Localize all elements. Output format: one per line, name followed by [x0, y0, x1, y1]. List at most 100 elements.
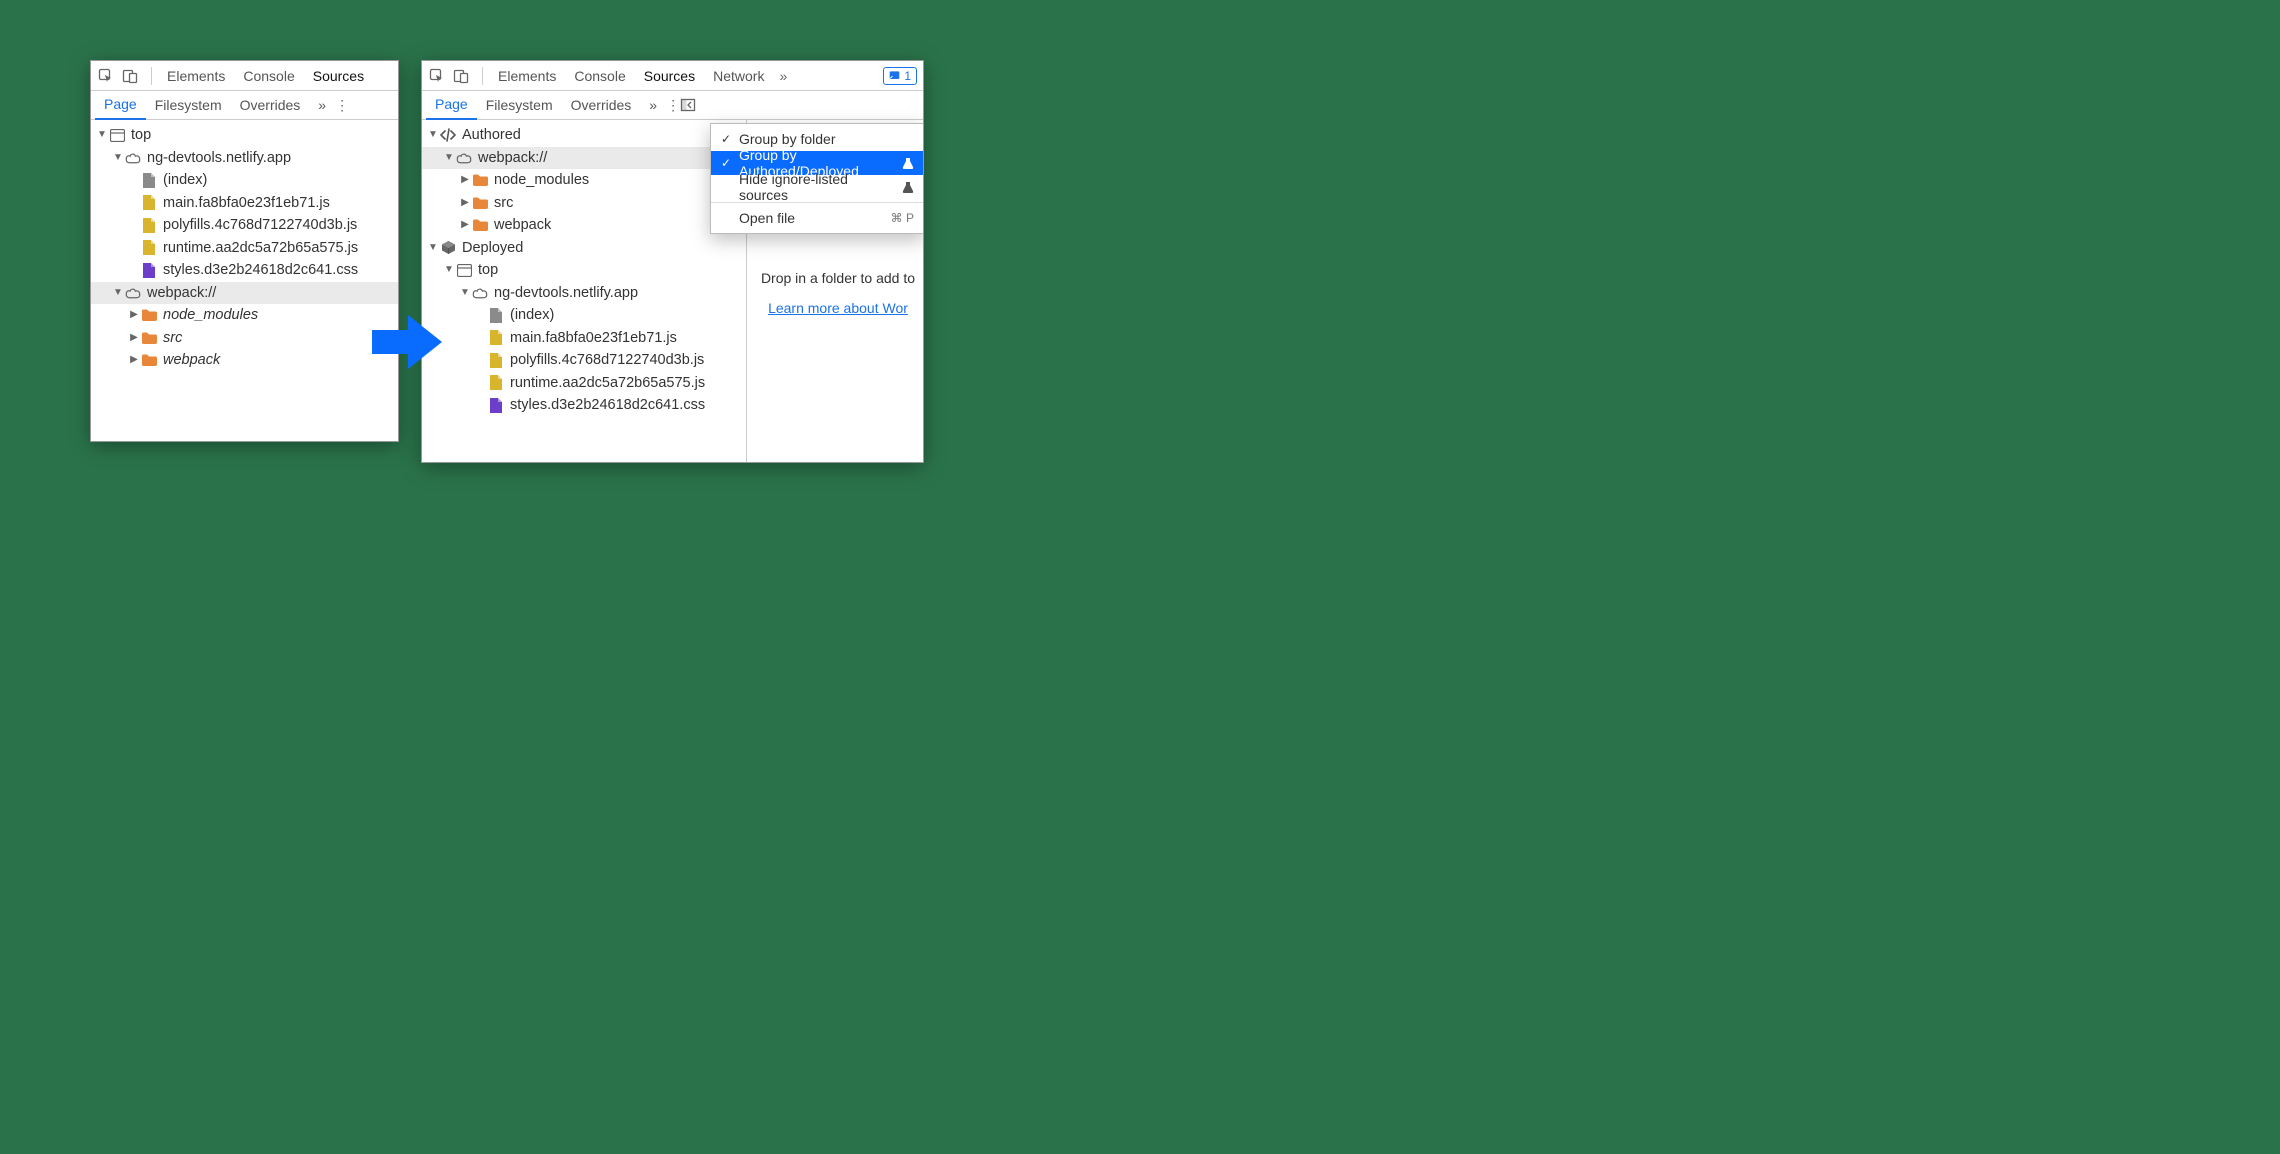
tree-item-label: polyfills.4c768d7122740d3b.js	[510, 349, 704, 372]
subtab-overrides[interactable]: Overrides	[562, 91, 641, 120]
tree-folder-row[interactable]: ▶node_modules	[91, 304, 398, 327]
main-toolbar: Elements Console Sources Network » 1	[422, 61, 923, 91]
learn-more-link[interactable]: Learn more about Wor	[768, 300, 908, 316]
menu-item[interactable]: Open file⌘ P	[711, 206, 924, 230]
inspect-icon[interactable]	[428, 67, 446, 85]
check-icon: ✓	[719, 156, 733, 170]
sources-subbar: Page Filesystem Overrides » ⋮	[422, 91, 923, 120]
tree-item-label: Authored	[462, 124, 521, 147]
doc-js-icon	[141, 217, 157, 233]
toggle-navigator-icon[interactable]	[680, 97, 696, 113]
tree-file-row[interactable]: ▼styles.d3e2b24618d2c641.css	[422, 394, 746, 417]
kebab-menu-icon[interactable]: ⋮	[335, 97, 349, 114]
tab-console[interactable]: Console	[565, 61, 634, 91]
more-tabs-icon[interactable]: »	[773, 68, 793, 84]
tree-folder-row[interactable]: ▼top	[422, 259, 746, 282]
chevron-down-icon[interactable]: ▼	[444, 259, 454, 282]
tree-folder-row[interactable]: ▼ top	[91, 124, 398, 147]
device-toggle-icon[interactable]	[452, 67, 470, 85]
tree-item-label: styles.d3e2b24618d2c641.css	[163, 259, 358, 282]
file-tree: ▼top▼ng-devtools.netlify.app▼(index)▼mai…	[91, 120, 398, 376]
tree-folder-row[interactable]: ▼ webpack://	[91, 282, 398, 305]
check-icon: ✓	[719, 132, 733, 146]
tree-item-label: (index)	[163, 169, 207, 192]
menu-item[interactable]: Hide ignore-listed sources	[711, 175, 924, 199]
tree-file-row[interactable]: ▼styles.d3e2b24618d2c641.css	[91, 259, 398, 282]
chevron-right-icon[interactable]: ▶	[129, 304, 139, 327]
tree-file-row[interactable]: ▼(index)	[91, 169, 398, 192]
chevron-down-icon[interactable]: ▼	[113, 147, 123, 170]
tree-file-row[interactable]: ▼(index)	[422, 304, 746, 327]
folder-icon	[141, 352, 157, 368]
chevron-right-icon[interactable]: ▶	[460, 169, 470, 192]
tree-folder-row[interactable]: ▶webpack	[91, 349, 398, 372]
tree-file-row[interactable]: ▼polyfills.4c768d7122740d3b.js	[91, 214, 398, 237]
sources-subbar: Page Filesystem Overrides » ⋮	[91, 91, 398, 120]
tree-item-label: ng-devtools.netlify.app	[494, 282, 638, 305]
tab-elements[interactable]: Elements	[158, 61, 234, 91]
cloud-icon	[456, 150, 472, 166]
tree-folder-row[interactable]: ▼ Deployed	[422, 237, 746, 260]
tree-file-row[interactable]: ▼main.fa8bfa0e23f1eb71.js	[91, 192, 398, 215]
doc-css-icon	[141, 262, 157, 278]
chevron-down-icon[interactable]: ▼	[97, 124, 107, 147]
tab-console[interactable]: Console	[234, 61, 303, 91]
chevron-right-icon[interactable]: ▶	[129, 349, 139, 372]
experiment-flask-icon	[902, 157, 914, 169]
drop-hint: Drop in a folder to add to	[757, 270, 919, 286]
tab-sources[interactable]: Sources	[304, 61, 373, 91]
inspect-icon[interactable]	[97, 67, 115, 85]
device-toggle-icon[interactable]	[121, 67, 139, 85]
chevron-down-icon[interactable]: ▼	[113, 282, 123, 305]
tab-sources[interactable]: Sources	[635, 61, 704, 91]
issues-count: 1	[904, 69, 911, 83]
issues-badge[interactable]: 1	[883, 67, 917, 85]
tree-item-label: (index)	[510, 304, 554, 327]
more-tabs-icon[interactable]: »	[309, 91, 335, 120]
subtab-page[interactable]: Page	[426, 91, 477, 120]
tree-folder-row[interactable]: ▶node_modules	[422, 169, 746, 192]
tree-folder-row[interactable]: ▼ng-devtools.netlify.app	[91, 147, 398, 170]
chevron-right-icon[interactable]: ▶	[460, 192, 470, 215]
subtab-overrides[interactable]: Overrides	[231, 91, 310, 120]
tab-elements[interactable]: Elements	[489, 61, 565, 91]
folder-icon	[472, 195, 488, 211]
tree-item-label: runtime.aa2dc5a72b65a575.js	[510, 372, 705, 395]
cloud-icon	[125, 285, 141, 301]
menu-item-label: Hide ignore-listed sources	[739, 171, 896, 203]
chevron-down-icon[interactable]: ▼	[428, 237, 438, 260]
more-tabs-icon[interactable]: »	[640, 91, 666, 120]
tree-folder-row[interactable]: ▼ Authored	[422, 124, 746, 147]
doc-js-icon	[141, 195, 157, 211]
window-icon	[456, 262, 472, 278]
tree-folder-row[interactable]: ▶ src	[91, 327, 398, 350]
tree-item-label: top	[131, 124, 151, 147]
subtab-filesystem[interactable]: Filesystem	[477, 91, 562, 120]
subtab-page[interactable]: Page	[95, 91, 146, 120]
tree-item-label: webpack://	[478, 147, 547, 170]
cloud-icon	[125, 150, 141, 166]
tree-item-label: webpack://	[147, 282, 216, 305]
doc-js-icon	[488, 352, 504, 368]
chevron-right-icon[interactable]: ▶	[129, 327, 139, 350]
tree-item-label: src	[163, 327, 182, 350]
chevron-right-icon[interactable]: ▶	[460, 214, 470, 237]
tree-folder-row[interactable]: ▼ ng-devtools.netlify.app	[422, 282, 746, 305]
tab-network[interactable]: Network	[704, 61, 773, 91]
code-icon	[440, 127, 456, 143]
tree-file-row[interactable]: ▼runtime.aa2dc5a72b65a575.js	[422, 372, 746, 395]
tree-folder-row[interactable]: ▼ webpack://	[422, 147, 746, 170]
chevron-down-icon[interactable]: ▼	[460, 282, 470, 305]
tree-file-row[interactable]: ▼polyfills.4c768d7122740d3b.js	[422, 349, 746, 372]
tree-file-row[interactable]: ▼main.fa8bfa0e23f1eb71.js	[422, 327, 746, 350]
kebab-menu-icon[interactable]: ⋮	[666, 97, 680, 114]
folder-icon	[472, 217, 488, 233]
chevron-down-icon[interactable]: ▼	[444, 147, 454, 170]
subtab-filesystem[interactable]: Filesystem	[146, 91, 231, 120]
tree-folder-row[interactable]: ▶src	[422, 192, 746, 215]
tree-item-label: main.fa8bfa0e23f1eb71.js	[510, 327, 677, 350]
chevron-down-icon[interactable]: ▼	[428, 124, 438, 147]
tree-item-label: Deployed	[462, 237, 523, 260]
tree-folder-row[interactable]: ▶webpack	[422, 214, 746, 237]
tree-file-row[interactable]: ▼runtime.aa2dc5a72b65a575.js	[91, 237, 398, 260]
